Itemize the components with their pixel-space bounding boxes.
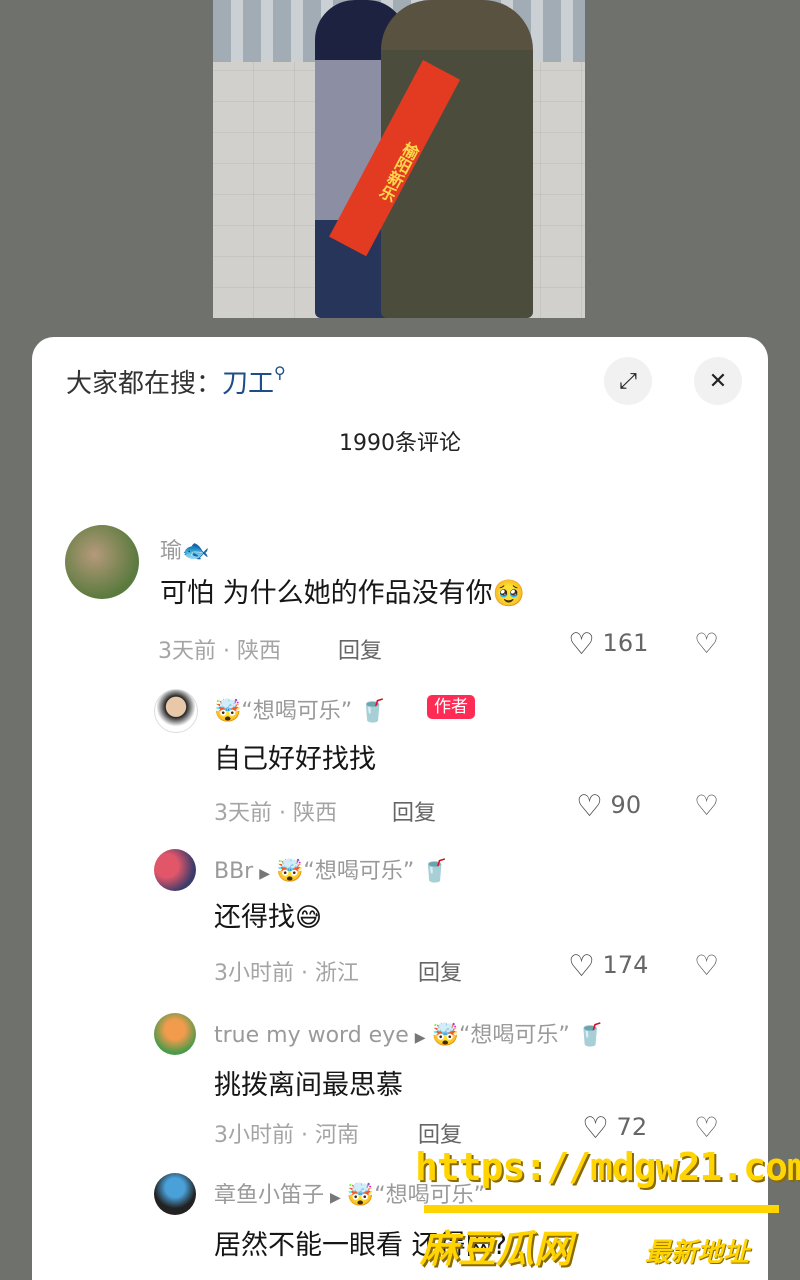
reply-button[interactable]: 回复 [392, 795, 436, 827]
reply-button[interactable]: 回复 [418, 955, 462, 987]
teary-face-emoji: 🥹 [492, 579, 525, 609]
reply-arrow-icon: ▶ [330, 1190, 341, 1206]
broken-heart-icon: ♡ [694, 949, 720, 982]
dislike-button[interactable]: ♡ [694, 1111, 719, 1144]
dislike-button[interactable]: ♡ [694, 627, 719, 660]
cup-emoji: 🥤 [576, 1023, 605, 1048]
like-count: 161 [602, 629, 649, 657]
search-icon: ⚲ [274, 363, 286, 382]
watermark-url: https://mdgw21.com [415, 1145, 800, 1189]
broken-heart-icon: ♡ [694, 627, 720, 660]
comment-text: 挑拨离间最思慕 [214, 1070, 403, 1101]
broken-heart-icon: ♡ [694, 789, 720, 822]
dislike-button[interactable]: ♡ [694, 789, 719, 822]
heart-icon: ♡ [576, 789, 603, 824]
avatar[interactable] [154, 849, 196, 891]
exploding-head-emoji: 🤯 [214, 699, 242, 724]
expand-button[interactable]: ⤢ [604, 357, 652, 405]
like-button[interactable]: ♡ 72 [582, 1111, 647, 1146]
like-count: 174 [602, 951, 649, 979]
reply-arrow-icon: ▶ [259, 866, 271, 882]
comment-username[interactable]: 瑜🐟 [160, 533, 209, 565]
exploding-head-emoji: 🤯 [431, 1023, 459, 1048]
like-button[interactable]: ♡ 161 [568, 627, 648, 662]
trending-search-prefix: 大家都在搜： [66, 369, 223, 399]
avatar[interactable] [65, 525, 139, 599]
like-count: 72 [616, 1113, 648, 1141]
reply-button[interactable]: 回复 [338, 633, 382, 665]
broken-heart-icon: ♡ [694, 1111, 720, 1144]
expand-icon: ⤢ [619, 368, 637, 394]
author-badge: 作者 [427, 695, 475, 719]
comment-meta: 3天前 · 陕西 [158, 639, 281, 664]
like-count: 90 [610, 791, 642, 819]
watermark-tagline: 最新地址 [645, 1238, 750, 1268]
sweat-smile-emoji: 😅 [295, 903, 323, 933]
reply-arrow-icon: ▶ [414, 1030, 426, 1046]
close-icon: ✕ [708, 368, 728, 394]
cup-emoji: 🥤 [421, 859, 449, 884]
like-button[interactable]: ♡ 174 [568, 949, 648, 984]
heart-icon: ♡ [568, 627, 595, 662]
comment-text: 可怕 为什么她的作品没有你🥹 [160, 578, 525, 609]
exploding-head-emoji: 🤯 [346, 1183, 375, 1208]
avatar[interactable] [154, 689, 198, 733]
video-photo: 榆阳新乐 [213, 0, 585, 318]
comment-username[interactable]: 🤯“想喝可乐” 🥤 [214, 693, 387, 725]
heart-icon: ♡ [582, 1111, 609, 1146]
comment-meta: 3天前 · 陕西 [214, 801, 337, 826]
dislike-button[interactable]: ♡ [694, 949, 719, 982]
avatar[interactable] [154, 1013, 196, 1055]
comment-username[interactable]: BBr ▶ 🤯“想喝可乐” 🥤 [214, 853, 449, 885]
comment-meta: 3小时前 · 浙江 [214, 961, 359, 986]
trending-search[interactable]: 大家都在搜：刀工⚲ [66, 363, 286, 400]
heart-icon: ♡ [568, 949, 595, 984]
trending-search-keyword[interactable]: 刀工 [222, 369, 274, 399]
comment-username[interactable]: true my word eye ▶ 🤯“想喝可乐” 🥤 [214, 1017, 604, 1049]
comment-count: 1990条评论 [339, 431, 461, 456]
watermark-brand: 麻豆瓜网 [420, 1227, 573, 1271]
comment-panel: 大家都在搜：刀工⚲ ⤢ ✕ 1990条评论 瑜🐟 可怕 为什么她的作品没有你🥹 … [32, 337, 768, 1280]
comment-text: 自己好好找找 [214, 744, 376, 775]
avatar[interactable] [154, 1173, 196, 1215]
fish-emoji: 🐟 [182, 539, 210, 564]
comment-meta: 3小时前 · 河南 [214, 1123, 359, 1148]
comment-text: 还得找😅 [214, 902, 323, 933]
like-button[interactable]: ♡ 90 [576, 789, 641, 824]
exploding-head-emoji: 🤯 [276, 859, 304, 884]
close-button[interactable]: ✕ [694, 357, 742, 405]
watermark-divider [424, 1205, 779, 1213]
cup-emoji: 🥤 [359, 699, 387, 724]
